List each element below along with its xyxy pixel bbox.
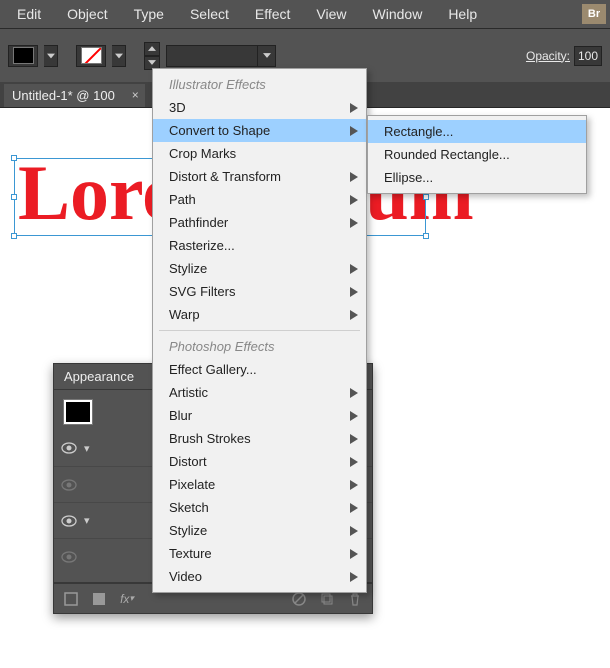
- effect-item-sketch[interactable]: Sketch: [153, 496, 366, 519]
- effect-menu: Illustrator Effects 3D Convert to Shape Cr…: [152, 68, 367, 593]
- stroke-swatch[interactable]: [76, 45, 106, 67]
- submenu-arrow-icon: [350, 480, 358, 490]
- opacity-value[interactable]: 100: [574, 46, 602, 66]
- effect-item-3d[interactable]: 3D: [153, 96, 366, 119]
- visibility-toggle-icon[interactable]: [60, 439, 78, 457]
- menu-window[interactable]: Window: [360, 6, 436, 22]
- submenu-arrow-icon: [350, 434, 358, 444]
- menu-item-label: Ellipse...: [384, 170, 433, 185]
- shape-item-rectangle[interactable]: Rectangle...: [368, 120, 586, 143]
- menubar: Edit Object Type Select Effect View Wind…: [0, 0, 610, 28]
- menu-select[interactable]: Select: [177, 6, 242, 22]
- shape-item-rounded-rectangle[interactable]: Rounded Rectangle...: [368, 143, 586, 166]
- submenu-arrow-icon: [350, 103, 358, 113]
- document-tab-title: Untitled-1* @ 100: [12, 88, 115, 103]
- new-stroke-icon[interactable]: [60, 588, 82, 610]
- effect-item-path[interactable]: Path: [153, 188, 366, 211]
- effect-item-convert-to-shape[interactable]: Convert to Shape: [153, 119, 366, 142]
- menu-item-label: Texture: [169, 546, 212, 561]
- menu-item-label: Pixelate: [169, 477, 215, 492]
- submenu-arrow-icon: [350, 287, 358, 297]
- effect-item-svg-filters[interactable]: SVG Filters: [153, 280, 366, 303]
- menu-item-label: Rasterize...: [169, 238, 235, 253]
- effect-item-texture[interactable]: Texture: [153, 542, 366, 565]
- effect-item-stylize[interactable]: Stylize: [153, 257, 366, 280]
- effect-item-artistic[interactable]: Artistic: [153, 381, 366, 404]
- menu-item-label: Path: [169, 192, 196, 207]
- submenu-arrow-icon: [350, 218, 358, 228]
- effect-item-pathfinder[interactable]: Pathfinder: [153, 211, 366, 234]
- submenu-arrow-icon: [350, 388, 358, 398]
- submenu-arrow-icon: [350, 310, 358, 320]
- effect-item-stylize[interactable]: Stylize: [153, 519, 366, 542]
- menu-type[interactable]: Type: [121, 6, 177, 22]
- disclosure-icon[interactable]: ▾: [84, 442, 98, 455]
- menu-item-label: 3D: [169, 100, 186, 115]
- menu-item-label: Video: [169, 569, 202, 584]
- menu-item-label: Rectangle...: [384, 124, 453, 139]
- submenu-arrow-icon: [350, 549, 358, 559]
- menu-separator: [159, 330, 360, 331]
- menu-view[interactable]: View: [303, 6, 359, 22]
- menu-item-label: Distort & Transform: [169, 169, 281, 184]
- fill-swatch-dropdown[interactable]: [44, 45, 58, 67]
- stroke-swatch-dropdown[interactable]: [112, 45, 126, 67]
- menu-edit[interactable]: Edit: [4, 6, 54, 22]
- new-fill-icon[interactable]: [88, 588, 110, 610]
- submenu-arrow-icon: [350, 572, 358, 582]
- visibility-toggle-icon[interactable]: [60, 548, 78, 566]
- submenu-arrow-icon: [350, 503, 358, 513]
- fx-icon[interactable]: fx▾: [116, 588, 138, 610]
- disclosure-icon[interactable]: ▾: [84, 514, 98, 527]
- menu-item-label: Artistic: [169, 385, 208, 400]
- menu-item-label: Crop Marks: [169, 146, 236, 161]
- shape-item-ellipse[interactable]: Ellipse...: [368, 166, 586, 189]
- menu-effect[interactable]: Effect: [242, 6, 304, 22]
- submenu-arrow-icon: [350, 526, 358, 536]
- effect-item-rasterize[interactable]: Rasterize...: [153, 234, 366, 257]
- effect-item-pixelate[interactable]: Pixelate: [153, 473, 366, 496]
- document-tab[interactable]: Untitled-1* @ 100 ×: [4, 84, 145, 107]
- menu-item-label: Stylize: [169, 523, 207, 538]
- brush-definition-dropdown[interactable]: [166, 45, 276, 67]
- menu-item-label: Convert to Shape: [169, 123, 270, 138]
- effect-item-crop-marks[interactable]: Crop Marks: [153, 142, 366, 165]
- menu-item-label: Blur: [169, 408, 192, 423]
- stroke-weight-stepper[interactable]: [144, 42, 160, 70]
- menu-item-label: Pathfinder: [169, 215, 228, 230]
- submenu-arrow-icon: [350, 195, 358, 205]
- submenu-arrow-icon: [350, 172, 358, 182]
- menu-header: Photoshop Effects: [153, 335, 366, 358]
- appearance-thumbnail[interactable]: [64, 400, 92, 424]
- menu-item-label: Stylize: [169, 261, 207, 276]
- menu-object[interactable]: Object: [54, 6, 120, 22]
- effect-item-distort-transform[interactable]: Distort & Transform: [153, 165, 366, 188]
- menu-item-label: Effect Gallery...: [169, 362, 257, 377]
- menu-help[interactable]: Help: [435, 6, 490, 22]
- menu-item-label: Warp: [169, 307, 200, 322]
- convert-to-shape-submenu: Rectangle... Rounded Rectangle... Ellipse.…: [367, 115, 587, 194]
- menu-item-label: Brush Strokes: [169, 431, 251, 446]
- bridge-button[interactable]: Br: [582, 4, 606, 24]
- visibility-toggle-icon[interactable]: [60, 476, 78, 494]
- submenu-arrow-icon: [350, 411, 358, 421]
- submenu-arrow-icon: [350, 126, 358, 136]
- opacity-label[interactable]: Opacity:: [526, 49, 570, 63]
- effect-item-warp[interactable]: Warp: [153, 303, 366, 326]
- fill-swatch[interactable]: [8, 45, 38, 67]
- menu-item-label: Sketch: [169, 500, 209, 515]
- submenu-arrow-icon: [350, 264, 358, 274]
- menu-item-label: SVG Filters: [169, 284, 235, 299]
- menu-item-label: Distort: [169, 454, 207, 469]
- effect-item-distort[interactable]: Distort: [153, 450, 366, 473]
- menu-header: Illustrator Effects: [153, 73, 366, 96]
- menu-item-label: Rounded Rectangle...: [384, 147, 510, 162]
- submenu-arrow-icon: [350, 457, 358, 467]
- effect-item-blur[interactable]: Blur: [153, 404, 366, 427]
- close-tab-icon[interactable]: ×: [132, 88, 139, 102]
- effect-item-video[interactable]: Video: [153, 565, 366, 588]
- effect-item-brush-strokes[interactable]: Brush Strokes: [153, 427, 366, 450]
- visibility-toggle-icon[interactable]: [60, 512, 78, 530]
- effect-item-effect-gallery[interactable]: Effect Gallery...: [153, 358, 366, 381]
